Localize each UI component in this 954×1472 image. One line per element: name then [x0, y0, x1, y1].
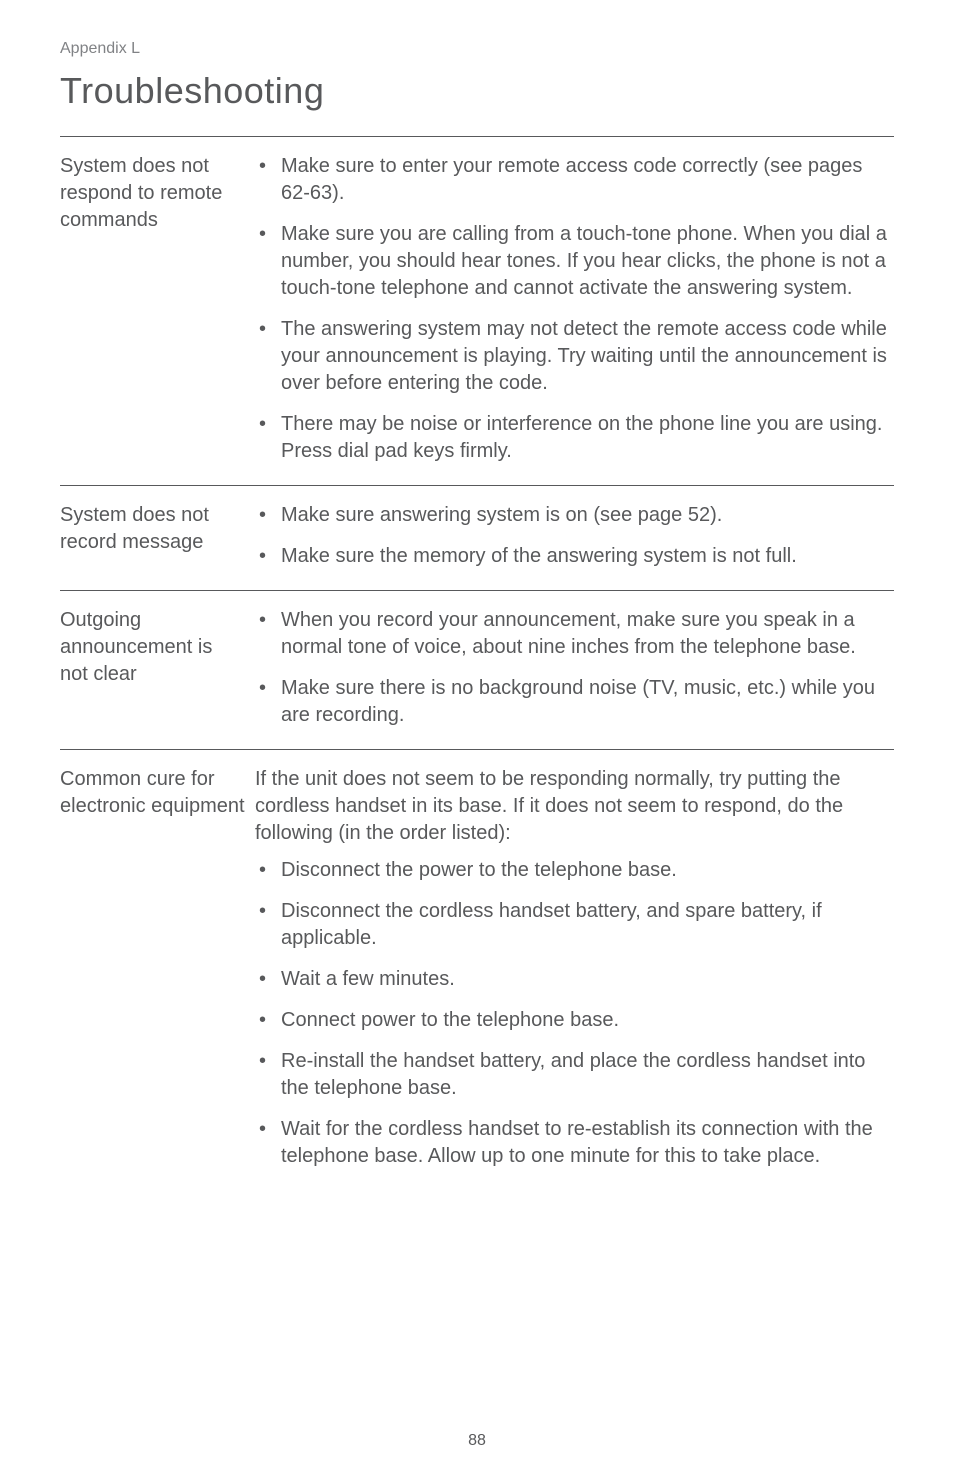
section-label: Outgoing announcement is not clear — [60, 607, 255, 729]
section-not-record: System does not record message Make sure… — [60, 485, 894, 590]
list-item: Wait a few minutes. — [255, 966, 894, 993]
list-item: Make sure answering system is on (see pa… — [255, 502, 894, 529]
page-title: Troubleshooting — [60, 70, 894, 112]
section-outgoing: Outgoing announcement is not clear When … — [60, 590, 894, 749]
list-item: Disconnect the cordless handset battery,… — [255, 898, 894, 952]
list-item: There may be noise or interference on th… — [255, 411, 894, 465]
list-item: When you record your announcement, make … — [255, 607, 894, 661]
section-label: Common cure for electronic equipment — [60, 766, 255, 1170]
list-item: The answering system may not detect the … — [255, 316, 894, 397]
list-item: Re-install the handset battery, and plac… — [255, 1048, 894, 1102]
section-remote-commands: System does not respond to remote comman… — [60, 136, 894, 485]
list-item: Make sure there is no background noise (… — [255, 675, 894, 729]
list-item: Disconnect the power to the telephone ba… — [255, 857, 894, 884]
list-item: Wait for the cordless handset to re-esta… — [255, 1116, 894, 1170]
page-number: 88 — [0, 1432, 954, 1450]
list-item: Make sure to enter your remote access co… — [255, 153, 894, 207]
list-item: Connect power to the telephone base. — [255, 1007, 894, 1034]
section-label: System does not record message — [60, 502, 255, 570]
section-content: Make sure answering system is on (see pa… — [255, 502, 894, 570]
appendix-label: Appendix L — [60, 40, 894, 58]
section-label: System does not respond to remote comman… — [60, 153, 255, 465]
section-content: Make sure to enter your remote access co… — [255, 153, 894, 465]
section-content: When you record your announcement, make … — [255, 607, 894, 729]
section-content: If the unit does not seem to be respondi… — [255, 766, 894, 1170]
section-intro: If the unit does not seem to be respondi… — [255, 766, 894, 847]
list-item: Make sure you are calling from a touch-t… — [255, 221, 894, 302]
section-common-cure: Common cure for electronic equipment If … — [60, 749, 894, 1190]
list-item: Make sure the memory of the answering sy… — [255, 543, 894, 570]
